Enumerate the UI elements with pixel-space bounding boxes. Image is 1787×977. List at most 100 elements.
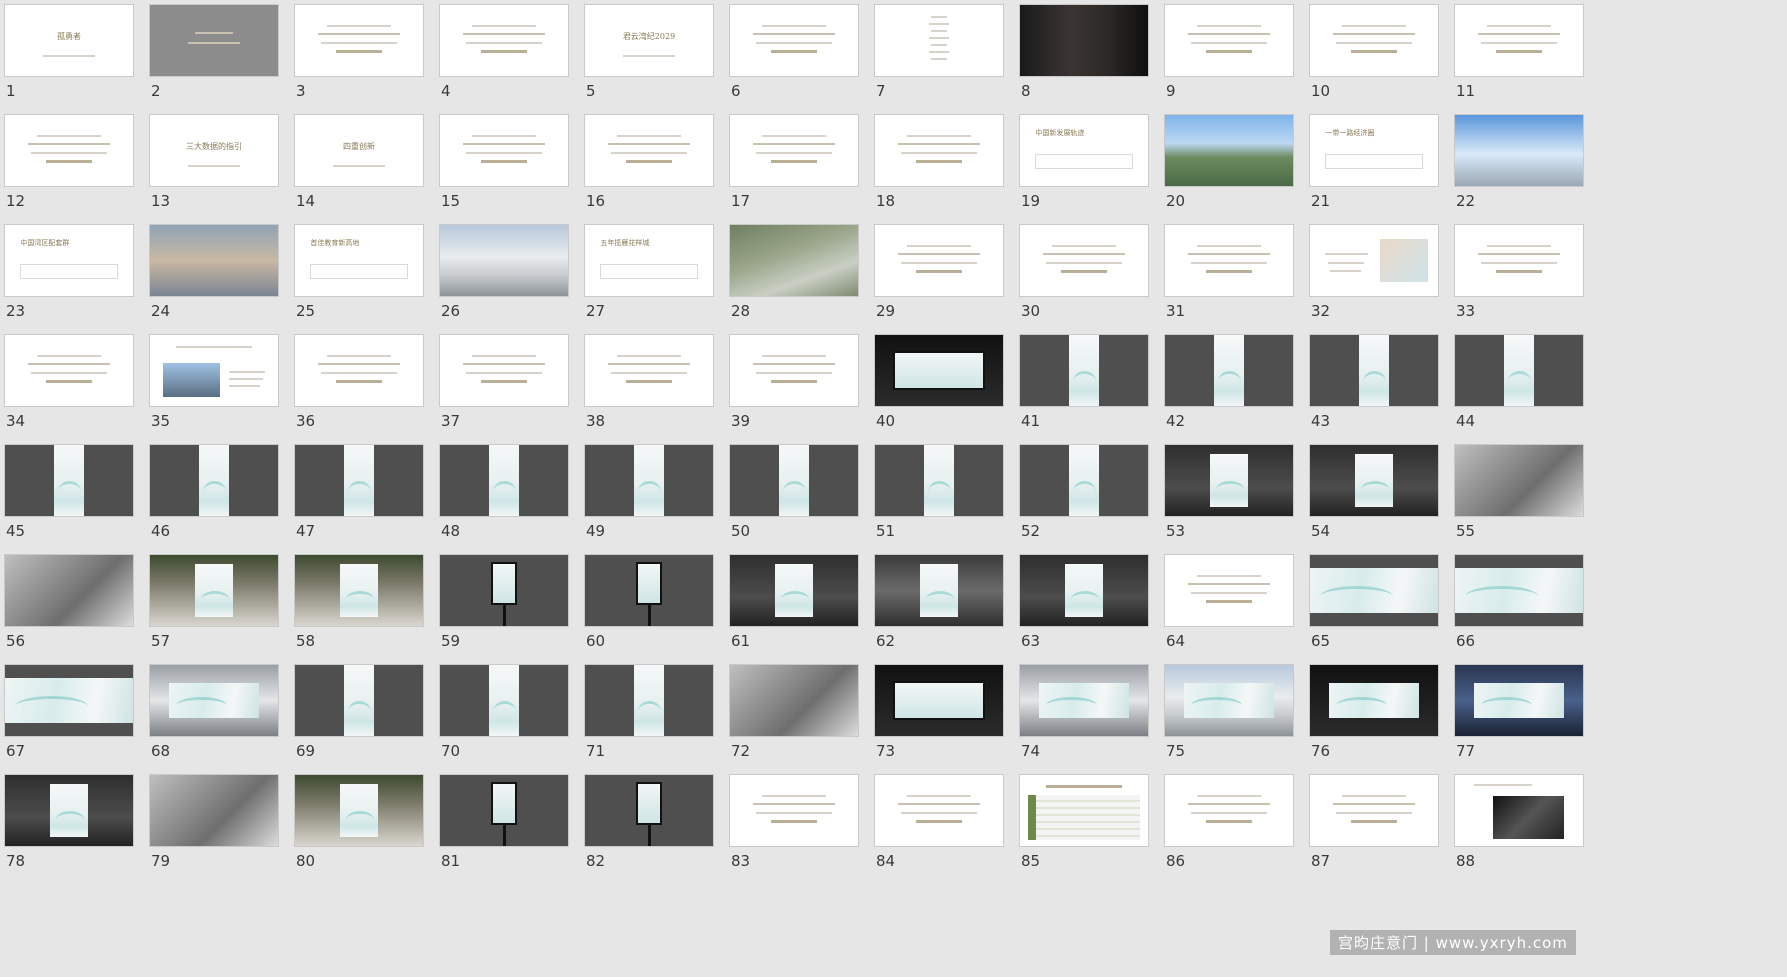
poster-panel [1358,335,1390,406]
slide-thumbnail[interactable] [584,444,714,517]
slide-thumbnail[interactable] [4,774,134,847]
slide-thumbnail[interactable] [1454,114,1584,187]
slide-thumbnail[interactable]: 五年揽雁花样城 [584,224,714,297]
slide-thumbnail[interactable] [584,114,714,187]
slide-thumbnail[interactable] [1309,4,1439,77]
slide-thumbnail[interactable] [1454,664,1584,737]
slide-thumbnail[interactable]: 中国湾区配套群 [4,224,134,297]
slide-thumbnail[interactable] [1019,334,1149,407]
slide-thumbnail[interactable] [874,554,1004,627]
slide-thumbnail[interactable]: 君云湾纪2029 [584,4,714,77]
text-line [625,380,673,384]
slide-thumbnail[interactable] [874,664,1004,737]
slide-thumbnail[interactable] [1019,4,1149,77]
slide-thumbnail[interactable]: 首佳教育新高地 [294,224,424,297]
slide-thumbnail[interactable] [1309,664,1439,737]
billboard [892,680,986,721]
slide-thumbnail[interactable] [1164,664,1294,737]
slide-thumbnail[interactable] [439,444,569,517]
slide-thumbnail[interactable] [1164,224,1294,297]
slide-thumbnail[interactable] [294,554,424,627]
slide-thumbnail[interactable]: 一带一路经济圈 [1309,114,1439,187]
slide-thumbnail[interactable] [439,774,569,847]
slide-thumbnail[interactable] [4,114,134,187]
slide-thumbnail[interactable] [1309,334,1439,407]
slide-thumbnail[interactable] [4,664,134,737]
slide-thumbnail[interactable] [149,774,279,847]
slide-thumbnail[interactable] [1019,554,1149,627]
slide-thumbnail[interactable] [149,554,279,627]
slide-thumbnail[interactable] [584,334,714,407]
poster-panel [194,563,234,618]
slide-thumbnail[interactable] [584,554,714,627]
slide-thumbnail[interactable] [1454,554,1584,627]
slide-thumbnail[interactable] [729,4,859,77]
slide-thumbnail[interactable] [729,664,859,737]
slide-thumbnail[interactable] [584,774,714,847]
slide-thumbnail[interactable] [1164,4,1294,77]
slide-thumbnail[interactable] [1309,774,1439,847]
slide-thumbnail[interactable] [729,114,859,187]
slide-thumbnail[interactable] [439,554,569,627]
slide-thumbnail[interactable] [4,554,134,627]
slide-thumbnail[interactable]: 孤勇者 [4,4,134,77]
slide-thumbnail[interactable] [294,444,424,517]
slide-thumbnail[interactable] [294,334,424,407]
slide-thumbnail[interactable] [1019,224,1149,297]
slide-thumbnail[interactable] [294,774,424,847]
slide-thumbnail[interactable] [439,4,569,77]
slide-thumbnail[interactable] [1454,774,1584,847]
slide-thumbnail[interactable] [4,334,134,407]
slide-thumbnail[interactable] [439,114,569,187]
slide-thumbnail[interactable] [1309,444,1439,517]
slide-thumbnail[interactable] [4,444,134,517]
slide-thumbnail[interactable] [149,224,279,297]
slide-thumbnail[interactable] [874,444,1004,517]
slide-thumbnail[interactable] [1309,554,1439,627]
slide-thumbnail[interactable] [1164,774,1294,847]
slide-thumbnail[interactable]: 中国新发展轨迹 [1019,114,1149,187]
slide-thumbnail[interactable] [1019,444,1149,517]
slide-thumbnail[interactable] [149,444,279,517]
slide-thumbnail[interactable] [1309,224,1439,297]
slide-thumbnail[interactable] [294,664,424,737]
slide-thumbnail[interactable] [1454,334,1584,407]
slide-thumbnail[interactable]: 四重创新 [294,114,424,187]
slide-thumbnail[interactable] [874,224,1004,297]
slide-cell: 80 [291,771,456,891]
slide-number: 9 [1166,82,1176,100]
slide-thumbnail[interactable] [1019,664,1149,737]
slide-thumbnail[interactable] [294,4,424,77]
slide-thumbnail[interactable] [729,334,859,407]
slide-thumbnail[interactable] [1164,334,1294,407]
text-line [30,371,108,374]
slide-thumbnail[interactable] [1454,224,1584,297]
slide-thumbnail[interactable] [874,4,1004,77]
slide-thumbnail[interactable] [149,4,279,77]
slide-thumbnail[interactable] [874,114,1004,187]
slide-thumbnail[interactable] [729,774,859,847]
slide-thumbnail[interactable] [439,224,569,297]
slide-thumbnail[interactable] [1164,444,1294,517]
slide-thumbnail[interactable] [729,444,859,517]
slide-thumbnail[interactable] [1019,774,1149,847]
slide-thumbnail[interactable] [874,774,1004,847]
slide-thumbnail[interactable] [584,664,714,737]
slide-number: 78 [6,852,26,870]
slide-thumbnail[interactable] [1164,114,1294,187]
slide-thumbnail[interactable] [874,334,1004,407]
poster-panel [1474,682,1564,719]
slide-thumbnail[interactable] [729,224,859,297]
slide-thumbnail[interactable] [1164,554,1294,627]
poster-panel [339,783,379,838]
slide-number: 31 [1166,302,1186,320]
slide-thumbnail[interactable] [1454,4,1584,77]
slide-thumbnail[interactable] [149,664,279,737]
slide-thumbnail[interactable] [439,334,569,407]
slide-thumbnail[interactable] [1454,444,1584,517]
slide-thumbnail[interactable] [149,334,279,407]
text-box [20,264,118,279]
slide-thumbnail[interactable] [439,664,569,737]
slide-thumbnail[interactable]: 三大数据的指引 [149,114,279,187]
slide-thumbnail[interactable] [729,554,859,627]
